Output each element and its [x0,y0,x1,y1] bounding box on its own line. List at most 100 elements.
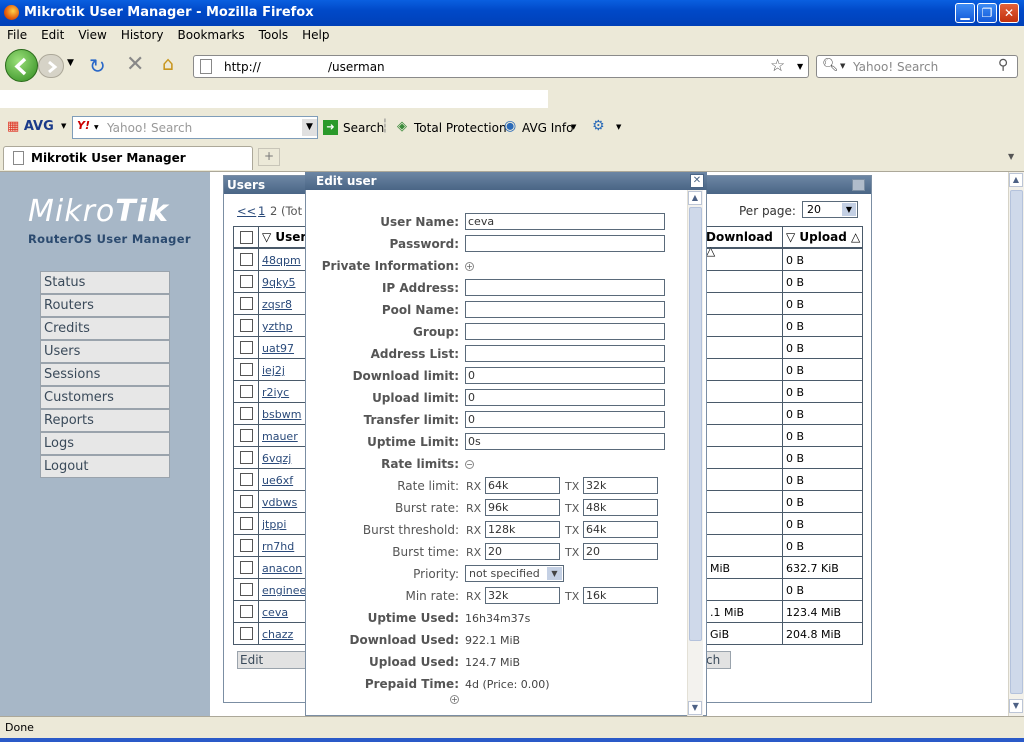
col-header-download[interactable]: Download △ [706,226,783,258]
upload-limit-input[interactable]: 0 [465,389,665,406]
yahoo-dropdown-icon[interactable]: ▼ [94,124,99,131]
new-tab-icon[interactable]: + [258,148,280,166]
forward-icon[interactable] [38,54,64,78]
priority-dropdown-icon[interactable]: ▼ [547,567,562,580]
menu-file[interactable]: File [0,26,34,42]
scroll-thumb[interactable] [1010,190,1023,694]
avg-search-button[interactable]: Search [343,121,384,135]
min-rate-tx-input[interactable]: 16k [583,587,658,604]
row-checkbox[interactable] [240,253,253,266]
menu-edit[interactable]: Edit [34,26,71,42]
dialog-scrollbar[interactable]: ▲ ▼ [687,190,703,716]
avg-logo[interactable]: ▦ AVG [7,119,54,134]
user-name-link[interactable]: ue6xf [258,468,308,491]
user-name-link[interactable]: ceva [258,600,308,623]
row-checkbox[interactable] [240,319,253,332]
pager-prev-link[interactable]: << [237,204,256,218]
sidebar-item-routers[interactable]: Routers [40,294,170,317]
password-input[interactable] [465,235,665,252]
stop-icon[interactable]: ✕ [126,52,144,77]
user-name-link[interactable]: iej2j [258,358,308,381]
user-name-link[interactable]: anacon [258,556,308,579]
burst-rate-rx-input[interactable]: 96k [485,499,560,516]
burst-threshold-rx-input[interactable]: 128k [485,521,560,538]
user-name-link[interactable]: 9qky5 [258,270,308,293]
total-protection-button[interactable]: Total Protection [414,121,507,135]
user-name-link[interactable]: chazz [258,622,308,645]
row-checkbox[interactable] [240,297,253,310]
row-checkbox[interactable] [240,341,253,354]
avg-search-input[interactable]: Y! ▼ Yahoo! Search ▼ [72,116,318,139]
menu-tools[interactable]: Tools [252,26,296,42]
back-icon[interactable] [5,49,38,82]
scroll-down-icon[interactable]: ▼ [1009,699,1023,713]
avg-search-go-icon[interactable]: ➜ [323,120,338,135]
sidebar-item-status[interactable]: Status [40,271,170,294]
edit-button[interactable]: Edit [237,651,307,669]
expand-more-icon[interactable]: + [450,695,459,704]
dialog-scroll-up-icon[interactable]: ▲ [688,191,702,205]
dialog-scroll-down-icon[interactable]: ▼ [688,701,702,715]
tab-list-icon[interactable]: ▼ [1008,152,1014,161]
page-scrollbar[interactable]: ▲ ▼ [1008,172,1024,716]
burst-rate-tx-input[interactable]: 48k [583,499,658,516]
rate-limit-tx-input[interactable]: 32k [583,477,658,494]
home-icon[interactable]: ⌂ [162,53,174,75]
row-checkbox[interactable] [240,495,253,508]
row-checkbox[interactable] [240,363,253,376]
search-box[interactable]: 🔍︎ ▼ Yahoo! Search ⚲ [816,55,1018,78]
sidebar-item-sessions[interactable]: Sessions [40,363,170,386]
transfer-limit-input[interactable]: 0 [465,411,665,428]
menu-view[interactable]: View [71,26,113,42]
minimize-button[interactable]: ▁ [955,3,975,23]
row-checkbox[interactable] [240,561,253,574]
search-button-partial[interactable]: ch [705,651,731,669]
user-name-link[interactable]: yzthp [258,314,308,337]
user-name-link[interactable]: rn7hd [258,534,308,557]
row-checkbox[interactable] [240,275,253,288]
min-rate-rx-input[interactable]: 32k [485,587,560,604]
col-header-upload[interactable]: ▽ Upload △ [782,226,863,248]
col-header-user[interactable]: ▽ User [258,226,308,248]
row-checkbox[interactable] [240,627,253,640]
url-dropdown-icon[interactable]: ▼ [797,62,803,71]
pool-name-input[interactable] [465,301,665,318]
sidebar-item-logs[interactable]: Logs [40,432,170,455]
sidebar-item-credits[interactable]: Credits [40,317,170,340]
engine-dropdown-icon[interactable]: ▼ [840,62,845,70]
history-dropdown-icon[interactable]: ▼ [67,58,74,68]
settings-dropdown-icon[interactable]: ▼ [616,123,621,131]
close-button[interactable]: ✕ [999,3,1019,23]
tab-mikrotik[interactable]: Mikrotik User Manager [3,146,253,170]
collapse-rate-limits-icon[interactable]: − [465,460,474,469]
user-name-link[interactable]: 48qpm [258,248,308,271]
priority-select[interactable]: not specified ▼ [465,565,564,582]
sidebar-item-users[interactable]: Users [40,340,170,363]
uptime-limit-input[interactable]: 0s [465,433,665,450]
menu-bookmarks[interactable]: Bookmarks [171,26,252,42]
sidebar-item-customers[interactable]: Customers [40,386,170,409]
burst-threshold-tx-input[interactable]: 64k [583,521,658,538]
user-name-link[interactable]: 6vqzj [258,446,308,469]
row-checkbox[interactable] [240,605,253,618]
search-engine-icon[interactable]: 🔍︎ [822,58,839,73]
avg-search-dropdown-icon[interactable]: ▼ [302,119,317,136]
menu-help[interactable]: Help [295,26,336,42]
search-go-icon[interactable]: ⚲ [998,57,1008,73]
select-all-checkbox[interactable] [240,231,253,244]
menu-history[interactable]: History [114,26,171,42]
sidebar-item-logout[interactable]: Logout [40,455,170,478]
user-name-link[interactable]: mauer [258,424,308,447]
row-checkbox[interactable] [240,429,253,442]
scroll-up-icon[interactable]: ▲ [1009,173,1023,187]
row-checkbox[interactable] [240,407,253,420]
user-name-link[interactable]: vdbws [258,490,308,513]
download-limit-input[interactable]: 0 [465,367,665,384]
row-checkbox[interactable] [240,385,253,398]
group-input[interactable] [465,323,665,340]
burst-time-tx-input[interactable]: 20 [583,543,658,560]
row-checkbox[interactable] [240,517,253,530]
expand-private-info-icon[interactable]: + [465,262,474,271]
users-minimize-icon[interactable] [852,179,865,191]
avg-info-dropdown-icon[interactable]: ▼ [571,123,576,131]
